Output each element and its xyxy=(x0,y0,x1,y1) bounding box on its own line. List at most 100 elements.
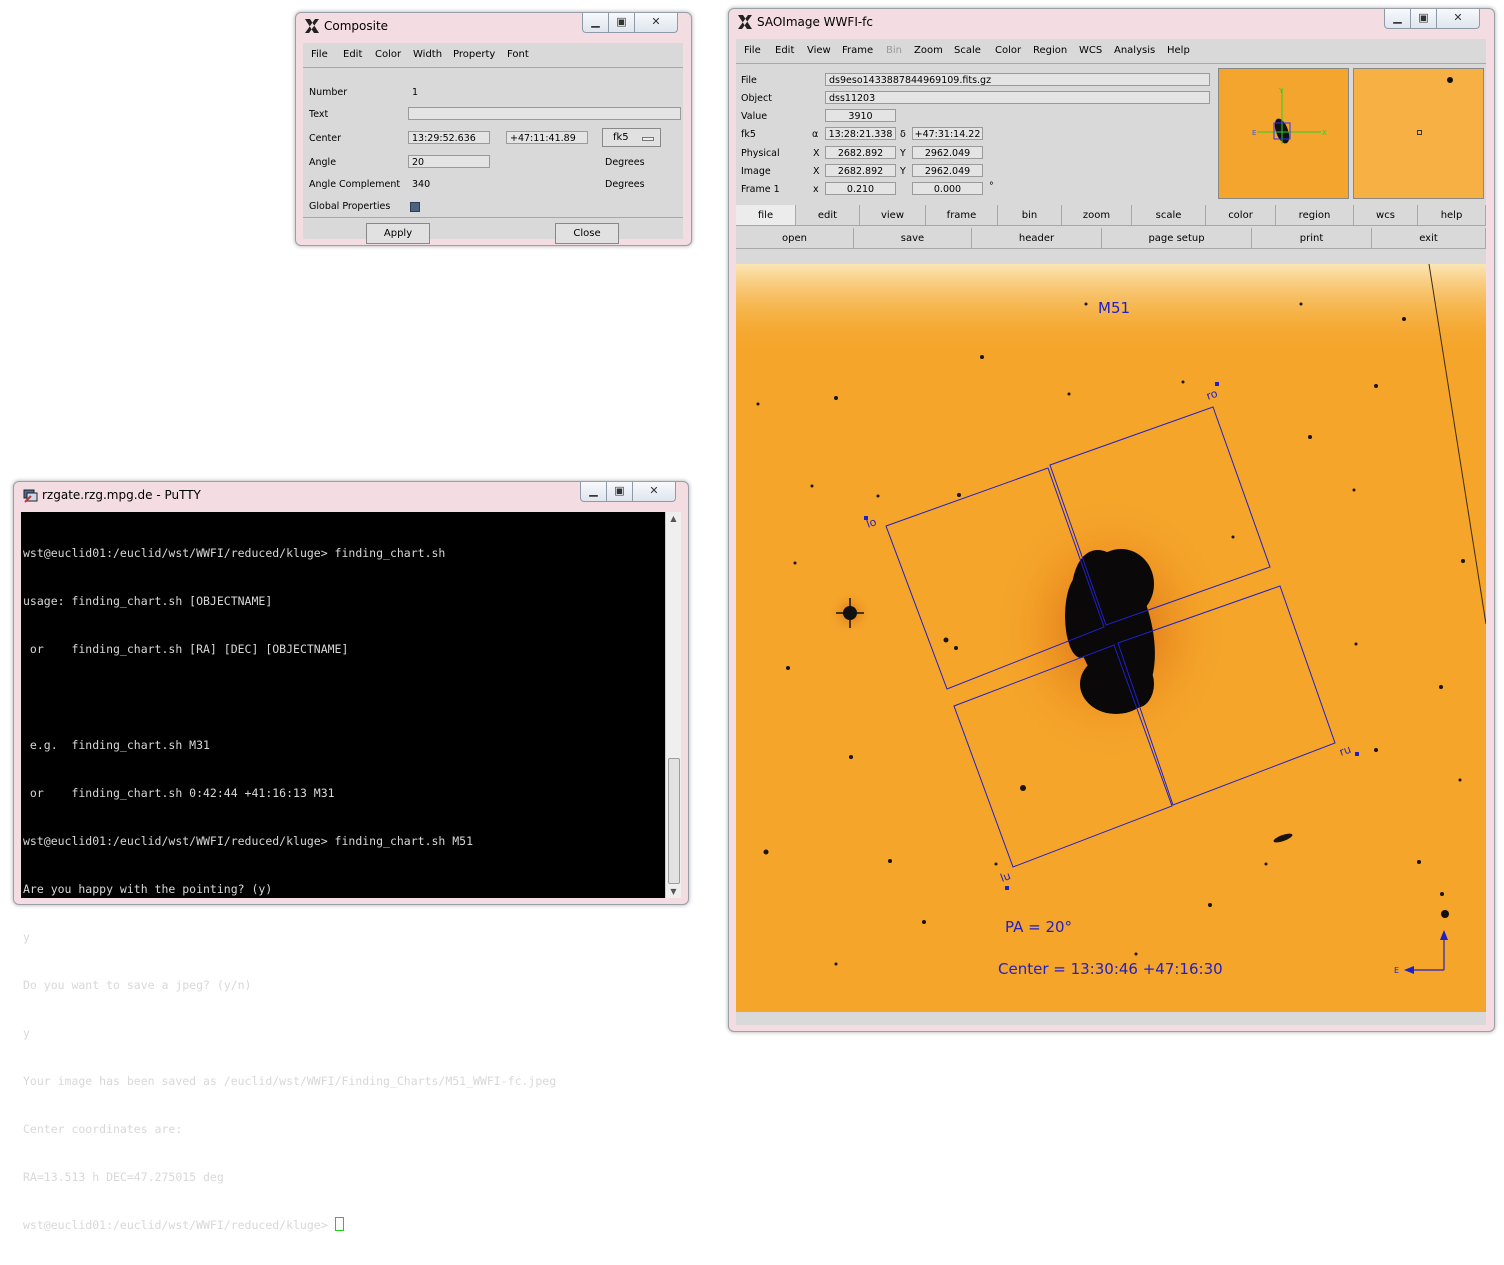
button-open[interactable]: open xyxy=(736,228,854,249)
putty-window: rzgate.rzg.mpg.de - PuTTY ▁ ▣ ✕ wst@eucl… xyxy=(13,481,689,1232)
menu-file[interactable]: File xyxy=(311,49,328,60)
menu-file[interactable]: File xyxy=(744,45,761,56)
image-y-value: 2962.049 xyxy=(912,164,983,177)
button-color[interactable]: color xyxy=(1206,205,1276,226)
angle-input[interactable]: 20 xyxy=(408,155,490,168)
close-window-button[interactable]: ✕ xyxy=(632,482,676,502)
apply-button[interactable]: Apply xyxy=(366,223,430,244)
restore-icon: ▣ xyxy=(614,484,625,497)
button-edit[interactable]: edit xyxy=(796,205,860,226)
button-region[interactable]: region xyxy=(1276,205,1354,226)
text-input[interactable] xyxy=(408,107,681,120)
minimize-icon: ▁ xyxy=(1393,11,1402,24)
center-dec-input[interactable]: +47:11:41.89 xyxy=(506,131,588,144)
button-view[interactable]: view xyxy=(860,205,926,226)
button-scale[interactable]: scale xyxy=(1132,205,1206,226)
terminal-line: e.g. finding_chart.sh M31 xyxy=(23,738,210,752)
panner-thumbnail[interactable]: Y X E xyxy=(1218,68,1349,199)
button-save[interactable]: save xyxy=(854,228,972,249)
button-help[interactable]: help xyxy=(1418,205,1486,226)
button-bin[interactable]: bin xyxy=(998,205,1062,226)
terminal-line: or finding_chart.sh 0:42:44 +41:16:13 M3… xyxy=(23,786,335,800)
coord-system-dropdown[interactable]: fk5 xyxy=(602,128,661,147)
buttonbar-row1: file edit view frame bin zoom scale colo… xyxy=(736,205,1486,227)
scroll-down-icon[interactable]: ▼ xyxy=(666,887,681,896)
maximize-button[interactable]: ▣ xyxy=(606,482,633,502)
image-canvas[interactable]: ro lo ru lu M51 PA = 20° Center = 13:30:… xyxy=(736,264,1486,1012)
menu-region[interactable]: Region xyxy=(1033,45,1067,56)
terminal-output[interactable]: wst@euclid01:/euclid/wst/WWFI/reduced/kl… xyxy=(21,512,665,1232)
menu-font[interactable]: Font xyxy=(507,49,529,60)
ds9-titlebar[interactable]: SAOImage WWFI-fc ▁ ▣ ✕ xyxy=(729,9,1494,35)
frame-angle-value: 0.000 xyxy=(912,182,983,195)
putty-icon xyxy=(23,489,38,503)
button-file[interactable]: file xyxy=(736,205,796,226)
ds9-menubar: File Edit View Frame Bin Zoom Scale Colo… xyxy=(736,39,1486,64)
global-properties-label: Global Properties xyxy=(309,201,391,212)
minimize-button[interactable]: ▁ xyxy=(580,482,607,502)
edge-galaxy xyxy=(1273,833,1293,843)
terminal-line: wst@euclid01:/euclid/wst/WWFI/reduced/kl… xyxy=(23,546,446,560)
composite-titlebar[interactable]: Composite ▁ ▣ ✕ xyxy=(296,13,691,39)
menu-wcs[interactable]: WCS xyxy=(1079,45,1102,56)
menu-frame[interactable]: Frame xyxy=(842,45,873,56)
x11-logo-icon xyxy=(305,19,319,33)
button-page-setup[interactable]: page setup xyxy=(1102,228,1252,249)
menu-view[interactable]: View xyxy=(807,45,831,56)
menu-help[interactable]: Help xyxy=(1167,45,1190,56)
menu-color[interactable]: Color xyxy=(995,45,1021,56)
menu-edit[interactable]: Edit xyxy=(775,45,794,56)
physical-y-label: Y xyxy=(900,148,906,159)
close-icon: ✕ xyxy=(1453,11,1463,24)
angle-unit: Degrees xyxy=(605,157,645,168)
object-value: dss11203 xyxy=(825,91,1210,104)
file-value: ds9eso1433887844969109.fits.gz xyxy=(825,73,1210,86)
button-exit[interactable]: exit xyxy=(1372,228,1486,249)
menu-analysis[interactable]: Analysis xyxy=(1114,45,1155,56)
putty-titlebar[interactable]: rzgate.rzg.mpg.de - PuTTY ▁ ▣ ✕ xyxy=(14,482,688,508)
menu-color[interactable]: Color xyxy=(375,49,401,60)
center-ra-input[interactable]: 13:29:52.636 xyxy=(408,131,490,144)
menu-edit[interactable]: Edit xyxy=(343,49,362,60)
button-print[interactable]: print xyxy=(1252,228,1372,249)
terminal-line: y xyxy=(23,1026,30,1040)
alpha-value: 13:28:21.338 xyxy=(825,127,896,140)
magnifier-cursor xyxy=(1417,130,1422,135)
center-label: Center xyxy=(309,133,341,144)
button-frame[interactable]: frame xyxy=(926,205,998,226)
corner-star xyxy=(1441,910,1449,918)
maximize-button[interactable]: ▣ xyxy=(608,13,635,33)
global-properties-checkbox[interactable] xyxy=(410,202,420,212)
scroll-thumb[interactable] xyxy=(668,758,680,884)
menu-scale[interactable]: Scale xyxy=(954,45,981,56)
maximize-button[interactable]: ▣ xyxy=(1410,9,1437,29)
complement-value: 340 xyxy=(412,179,431,190)
menu-width[interactable]: Width xyxy=(413,49,442,60)
label-ro: ro xyxy=(1205,387,1220,403)
terminal-line: y xyxy=(23,930,30,944)
terminal-line: Do you want to save a jpeg? (y/n) xyxy=(23,978,252,992)
number-label: Number xyxy=(309,87,348,98)
close-window-button[interactable]: ✕ xyxy=(634,13,678,33)
image-x-value: 2682.892 xyxy=(825,164,896,177)
terminal-scrollbar[interactable]: ▲ ▼ xyxy=(665,512,681,898)
close-button[interactable]: Close xyxy=(555,223,619,244)
terminal-line: Your image has been saved as /euclid/wst… xyxy=(23,1074,557,1088)
button-header[interactable]: header xyxy=(972,228,1102,249)
menu-zoom[interactable]: Zoom xyxy=(914,45,943,56)
number-value: 1 xyxy=(412,87,419,98)
object-label: Object xyxy=(741,93,772,104)
composite-title: Composite xyxy=(324,19,389,33)
button-wcs[interactable]: wcs xyxy=(1354,205,1418,226)
scroll-up-icon[interactable]: ▲ xyxy=(666,514,681,523)
terminal-lines: wst@euclid01:/euclid/wst/WWFI/reduced/kl… xyxy=(21,512,665,1232)
button-zoom[interactable]: zoom xyxy=(1062,205,1132,226)
putty-title: rzgate.rzg.mpg.de - PuTTY xyxy=(42,488,201,502)
image-label: Image xyxy=(741,166,771,177)
minimize-button[interactable]: ▁ xyxy=(582,13,609,33)
minimize-button[interactable]: ▁ xyxy=(1384,9,1411,29)
close-window-button[interactable]: ✕ xyxy=(1436,9,1480,29)
minimize-icon: ▁ xyxy=(591,15,600,28)
menu-property[interactable]: Property xyxy=(453,49,495,60)
terminal-prompt: wst@euclid01:/euclid/wst/WWFI/reduced/kl… xyxy=(23,1218,335,1232)
